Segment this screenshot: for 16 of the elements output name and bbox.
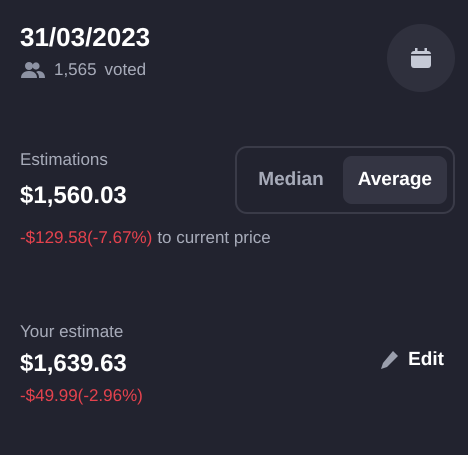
section-label: Your estimate bbox=[20, 322, 124, 342]
change-caption: to current price bbox=[157, 228, 271, 248]
price-change: -$49.99(-2.96%) bbox=[20, 386, 143, 406]
mode-tab[interactable]: Average bbox=[342, 156, 447, 204]
section-label: Estimations bbox=[20, 150, 109, 170]
pencil-icon bbox=[379, 350, 400, 370]
calendar-icon bbox=[410, 47, 432, 69]
edit-button[interactable]: Edit bbox=[379, 349, 444, 371]
people-icon bbox=[20, 61, 46, 79]
date-title: 31/03/2023 bbox=[20, 22, 150, 52]
mode-tab[interactable]: Median bbox=[243, 156, 339, 204]
estimate-value: $1,639.63 bbox=[20, 350, 128, 378]
price-change: -$129.58(-7.67%) bbox=[20, 228, 152, 248]
voter-count: 1,565 bbox=[54, 60, 97, 80]
voted-label: voted bbox=[104, 60, 146, 80]
estimate-value: $1,560.03 bbox=[20, 182, 127, 210]
